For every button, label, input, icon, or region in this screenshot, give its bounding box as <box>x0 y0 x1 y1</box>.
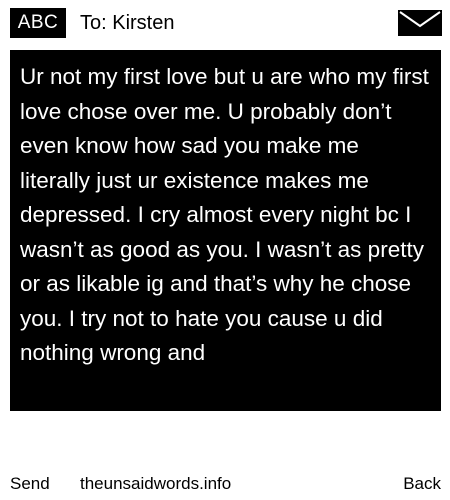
send-button[interactable]: Send <box>10 472 50 496</box>
softkey-bar: Send theunsaidwords.info Back <box>0 470 450 500</box>
message-text: Ur not my first love but u are who my fi… <box>20 64 429 365</box>
site-link[interactable]: theunsaidwords.info <box>80 472 231 496</box>
envelope-icon-graphic <box>398 10 442 36</box>
message-body: Ur not my first love but u are who my fi… <box>10 50 441 411</box>
back-button[interactable]: Back <box>403 472 441 496</box>
message-header: ABC To: Kirsten <box>0 0 450 45</box>
recipient-label: To: Kirsten <box>80 12 175 34</box>
input-mode-badge: ABC <box>10 8 66 38</box>
envelope-icon[interactable] <box>398 10 442 36</box>
